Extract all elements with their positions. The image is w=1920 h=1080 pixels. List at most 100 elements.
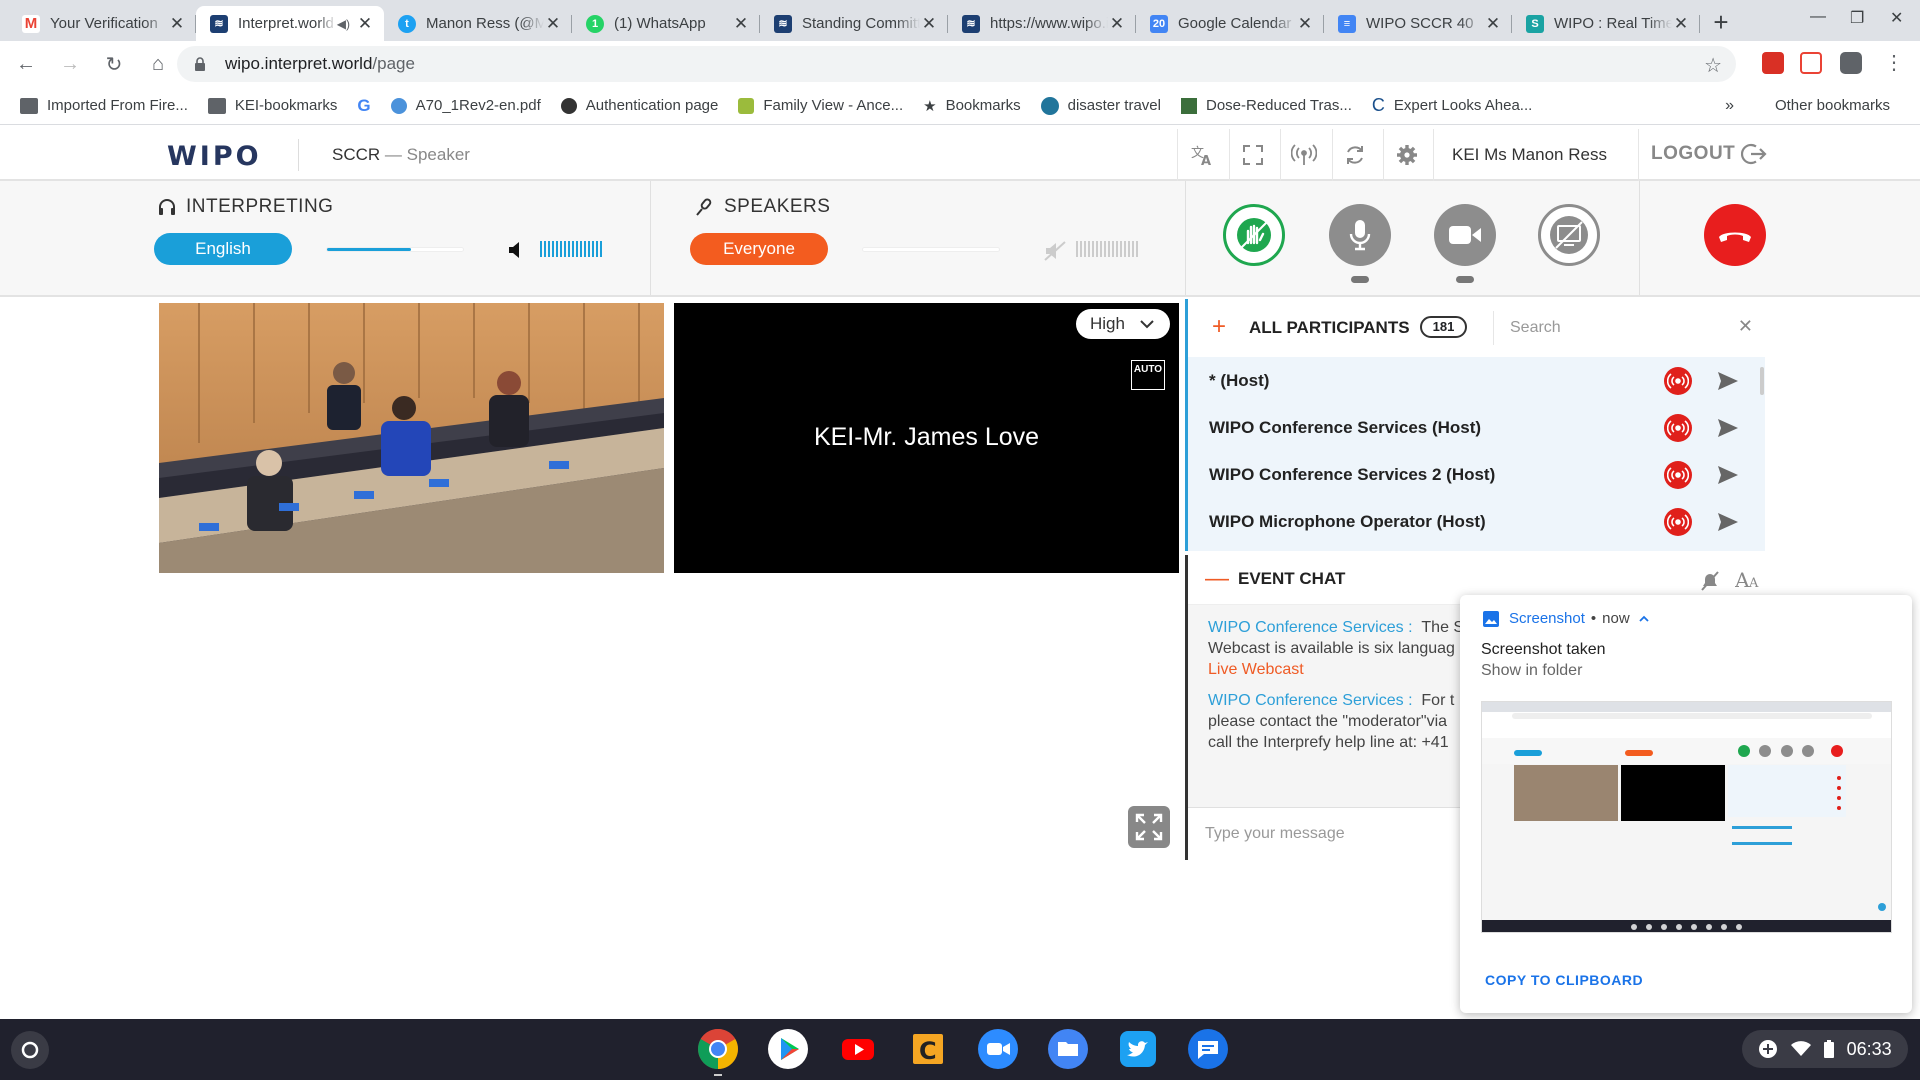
muted-speaker-icon[interactable] <box>1043 240 1067 262</box>
files-icon[interactable] <box>1047 1028 1089 1070</box>
copy-to-clipboard-button[interactable]: COPY TO CLIPBOARD <box>1485 972 1643 988</box>
tab-gmail[interactable]: M Your Verification ✕ <box>8 6 196 41</box>
mute-notifications-icon[interactable] <box>1699 570 1721 592</box>
gmail-extension-icon[interactable] <box>1800 52 1822 74</box>
refresh-icon[interactable] <box>1342 142 1368 168</box>
participant-row[interactable]: * (Host) <box>1188 357 1765 404</box>
speaker-volume-icon[interactable] <box>507 240 527 260</box>
new-tab-button[interactable]: + <box>1700 6 1742 41</box>
close-tab-icon[interactable]: ✕ <box>1672 14 1690 34</box>
more-bookmarks-button[interactable]: » <box>1725 97 1734 115</box>
tab-wipo-sccr-40[interactable]: ≡ WIPO SCCR 40 ✕ <box>1324 6 1512 41</box>
logout-button[interactable]: LOGOUT <box>1651 142 1767 166</box>
expand-video-button[interactable] <box>1128 806 1170 848</box>
collapse-icon[interactable]: — <box>1205 565 1229 593</box>
participant-search-input[interactable]: Search <box>1493 311 1748 345</box>
microphone-button[interactable] <box>1329 204 1391 266</box>
bookmark-a70-pdf[interactable]: A70_1Rev2-en.pdf <box>390 97 541 114</box>
bookmark-disaster-travel[interactable]: disaster travel <box>1040 96 1161 115</box>
auto-caption-toggle[interactable]: AUTO <box>1131 360 1165 390</box>
close-tab-icon[interactable]: ✕ <box>1484 14 1502 34</box>
live-webcast-link[interactable]: Live Webcast <box>1208 661 1304 678</box>
font-size-icon[interactable]: AA <box>1735 568 1761 590</box>
address-bar[interactable]: wipo.interpret.world/page ☆ <box>177 46 1736 82</box>
screenshot-thumbnail[interactable] <box>1481 701 1892 933</box>
bookmark-imported[interactable]: Imported From Fire... <box>20 97 188 114</box>
tab-wipo-real-time[interactable]: S WIPO : Real Time ✕ <box>1512 6 1700 41</box>
twitter-icon[interactable] <box>1117 1028 1159 1070</box>
participant-row[interactable]: WIPO Conference Services (Host) <box>1188 404 1765 451</box>
tab-twitter[interactable]: t Manon Ress (@ManonRess) ✕ <box>384 6 572 41</box>
chrome-icon[interactable] <box>697 1028 739 1070</box>
translate-icon[interactable]: 文A <box>1189 142 1215 168</box>
extensions-puzzle-icon[interactable] <box>1840 52 1862 74</box>
broadcast-icon[interactable] <box>1291 142 1317 168</box>
participant-row[interactable]: WIPO Microphone Operator (Host) <box>1188 498 1765 545</box>
restore-icon[interactable]: ❐ <box>1850 8 1864 28</box>
forward-button[interactable]: → <box>52 46 88 82</box>
bookmark-expert-looks[interactable]: C Expert Looks Ahea... <box>1372 95 1532 116</box>
close-tab-icon[interactable]: ✕ <box>1108 14 1126 34</box>
messages-icon[interactable] <box>1187 1028 1229 1070</box>
bookmark-kei[interactable]: KEI-bookmarks <box>207 97 337 114</box>
send-message-icon[interactable] <box>1717 371 1739 391</box>
participant-row[interactable]: WIPO Conference Services 2 (Host) <box>1188 451 1765 498</box>
back-button[interactable]: ← <box>8 46 44 82</box>
meter-bar <box>540 241 542 257</box>
tab-interpret-world[interactable]: ≋ Interpret.world ◀) ✕ <box>196 6 384 41</box>
play-store-icon[interactable] <box>767 1028 809 1070</box>
close-tab-icon[interactable]: ✕ <box>920 14 938 34</box>
settings-gear-icon[interactable] <box>1394 142 1420 168</box>
close-tab-icon[interactable]: ✕ <box>356 14 374 34</box>
bookmark-bookmarks[interactable]: ★ Bookmarks <box>923 97 1020 115</box>
home-button[interactable]: ⌂ <box>140 46 176 82</box>
audio-playing-icon[interactable]: ◀) <box>337 17 350 31</box>
close-tab-icon[interactable]: ✕ <box>732 14 750 34</box>
video-quality-dropdown[interactable]: High <box>1076 309 1170 339</box>
screenshot-notification[interactable]: Screenshot • now Screenshot taken Show in … <box>1460 595 1912 1013</box>
camera-options-handle[interactable] <box>1456 276 1474 283</box>
close-tab-icon[interactable]: ✕ <box>1296 14 1314 34</box>
tab-google-calendar[interactable]: 20 Google Calendar ✕ <box>1136 6 1324 41</box>
speakers-volume-slider[interactable] <box>862 247 1000 252</box>
send-message-icon[interactable] <box>1717 465 1739 485</box>
show-in-folder-link[interactable]: Show in folder <box>1481 662 1582 680</box>
zoom-icon[interactable] <box>977 1028 1019 1070</box>
camera-button[interactable] <box>1434 204 1496 266</box>
fullscreen-icon[interactable] <box>1240 142 1266 168</box>
close-window-icon[interactable]: ✕ <box>1890 8 1903 28</box>
bookmark-authentication[interactable]: Authentication page <box>560 97 718 114</box>
send-message-icon[interactable] <box>1717 512 1739 532</box>
youtube-icon[interactable] <box>837 1028 879 1070</box>
tab-wipo-int[interactable]: ≋ https://www.wipo.int ✕ <box>948 6 1136 41</box>
chevron-up-icon[interactable] <box>1638 615 1650 623</box>
microphone-options-handle[interactable] <box>1351 276 1369 283</box>
reload-button[interactable]: ↻ <box>96 46 132 82</box>
tab-standing-committee[interactable]: ≋ Standing Committee ✕ <box>760 6 948 41</box>
bookmark-star-icon[interactable]: ☆ <box>1704 53 1722 78</box>
c-app-icon[interactable]: C <box>907 1028 949 1070</box>
divider <box>1185 181 1186 295</box>
language-selector[interactable]: English <box>154 233 292 265</box>
extension-red-icon[interactable] <box>1762 52 1784 74</box>
tab-whatsapp[interactable]: 1 (1) WhatsApp ✕ <box>572 6 760 41</box>
launcher-button[interactable] <box>11 1031 49 1069</box>
clear-search-icon[interactable]: ✕ <box>1738 316 1753 337</box>
close-tab-icon[interactable]: ✕ <box>544 14 562 34</box>
screen-share-button[interactable] <box>1538 204 1600 266</box>
close-tab-icon[interactable]: ✕ <box>168 14 186 34</box>
bookmark-google[interactable]: G <box>357 96 370 116</box>
add-icon[interactable]: + <box>1212 313 1226 341</box>
bookmark-dose-reduced[interactable]: Dose-Reduced Tras... <box>1180 97 1352 114</box>
browser-menu-icon[interactable]: ⋮ <box>1884 50 1904 75</box>
speakers-filter[interactable]: Everyone <box>690 233 828 265</box>
send-message-icon[interactable] <box>1717 418 1739 438</box>
participants-scrollbar[interactable] <box>1760 367 1764 395</box>
hang-up-button[interactable] <box>1704 204 1766 266</box>
language-volume-slider[interactable] <box>326 247 464 252</box>
system-tray[interactable]: 06:33 <box>1742 1030 1908 1068</box>
bookmark-family-view[interactable]: Family View - Ance... <box>738 97 903 114</box>
raise-hand-button[interactable] <box>1223 204 1285 266</box>
minimize-icon[interactable]: — <box>1810 8 1826 26</box>
other-bookmarks[interactable]: Other bookmarks <box>1766 97 1890 114</box>
